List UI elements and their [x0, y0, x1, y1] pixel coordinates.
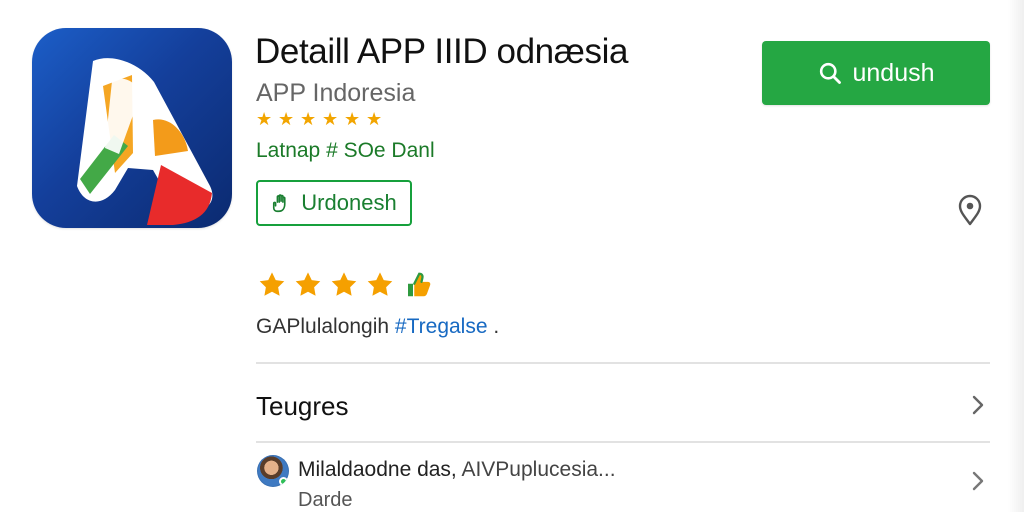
- star-icon: ★: [366, 109, 383, 129]
- region-tag-label: Urdonesh: [301, 190, 397, 215]
- app-category: Latnap # SOe Danl: [256, 139, 435, 162]
- app-detail-page: Detaill APP IIID odnæsia APP Indoresia ★…: [0, 0, 1024, 512]
- star-icon: ★: [256, 109, 273, 129]
- download-button-label: undush: [852, 59, 935, 87]
- rating-info-line: GAPlulalongih #Tregalse .: [256, 313, 499, 341]
- download-button[interactable]: undush: [762, 41, 990, 105]
- star-icon: [367, 272, 393, 296]
- chevron-right-icon[interactable]: [969, 394, 987, 416]
- rating-info-text: GAPlulalongih: [256, 315, 395, 338]
- app-logo-icon: [32, 28, 232, 228]
- review-subtext: Darde: [298, 489, 353, 511]
- section-divider: [256, 441, 990, 443]
- hand-icon: [273, 194, 286, 213]
- right-edge-fade: [1008, 0, 1024, 512]
- avatar: [257, 455, 289, 487]
- star-icon: [259, 272, 285, 296]
- star-icon: [295, 272, 321, 296]
- star-icon: [331, 272, 357, 296]
- location-pin-icon[interactable]: [955, 193, 985, 227]
- star-icon: ★: [300, 109, 317, 129]
- rating-info-suffix: .: [487, 315, 500, 338]
- review-main-text: Milaldaodne das,: [298, 458, 462, 481]
- region-tag-button[interactable]: Urdonesh: [256, 180, 412, 226]
- section-title[interactable]: Teugres: [256, 390, 349, 422]
- search-icon: [820, 62, 842, 84]
- review-text[interactable]: Milaldaodne das, AIVPuplucesia...: [298, 456, 616, 484]
- chevron-right-icon[interactable]: [969, 470, 987, 492]
- small-rating-stars: ★ ★ ★ ★ ★ ★: [256, 106, 388, 132]
- thumbs-up-icon: [408, 272, 431, 297]
- rating-info-link[interactable]: #Tregalse: [395, 315, 488, 338]
- star-icon: ★: [278, 109, 295, 129]
- star-icon: ★: [344, 109, 361, 129]
- review-secondary-text: AIVPuplucesia...: [461, 458, 616, 481]
- star-icon: ★: [322, 109, 339, 129]
- app-title: Detaill APP IIID odnæsia: [255, 32, 629, 71]
- developer-name: APP Indoresia: [256, 79, 416, 107]
- section-divider: [256, 362, 990, 364]
- rating-row: [256, 266, 433, 304]
